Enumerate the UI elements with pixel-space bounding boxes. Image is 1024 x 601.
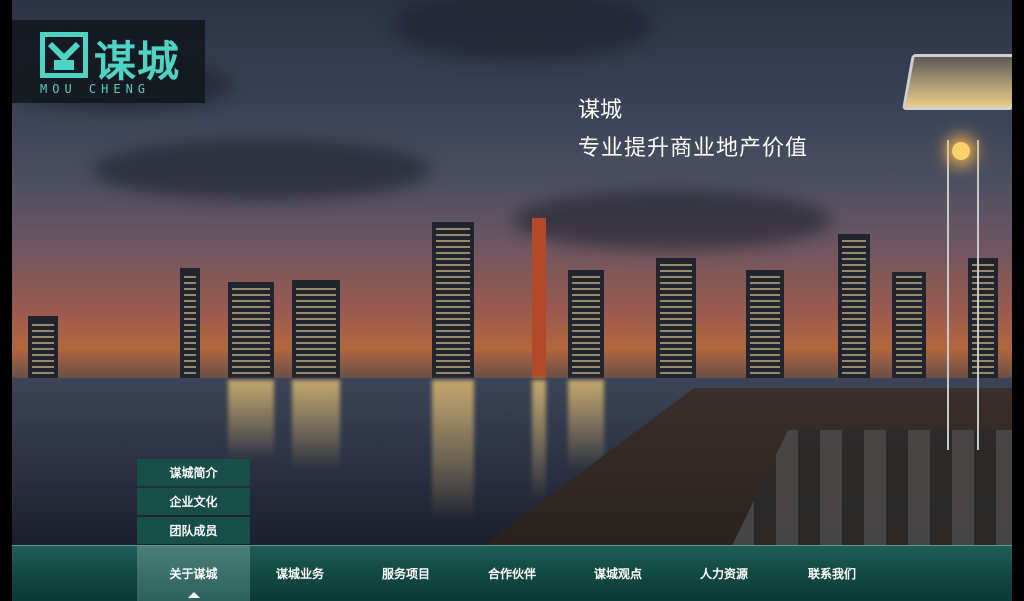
nav-item-label: 人力资源: [699, 567, 748, 581]
submenu-item-intro[interactable]: 谋城简介: [137, 459, 250, 486]
page: 谋城 MOU CHENG 谋城 专业提升商业地产价值 谋城简介 企业文化 团队成…: [0, 0, 1024, 601]
nav-item-services[interactable]: 服务项目: [356, 546, 456, 601]
logo-mark-icon: [40, 32, 88, 78]
nav-item-viewpoints[interactable]: 谋城观点: [568, 546, 668, 601]
nav-item-label: 关于谋城: [169, 567, 218, 581]
nav-item-label: 服务项目: [381, 567, 430, 581]
active-caret-icon: [187, 592, 200, 598]
submenu-item-team[interactable]: 团队成员: [137, 517, 250, 544]
main-nav: 关于谋城 谋城业务 服务项目 合作伙伴 谋城观点 人力资源 联系我们: [12, 545, 1012, 601]
nav-item-label: 联系我们: [807, 567, 856, 581]
nav-item-label: 谋城业务: [275, 567, 324, 581]
logo-chinese-name: 谋城: [94, 37, 181, 86]
hero-slogan: 专业提升商业地产价值: [578, 136, 809, 161]
nav-item-partners[interactable]: 合作伙伴: [462, 546, 562, 601]
about-submenu: 谋城简介 企业文化 团队成员: [137, 459, 250, 546]
nav-item-business[interactable]: 谋城业务: [250, 546, 350, 601]
submenu-item-culture[interactable]: 企业文化: [137, 488, 250, 515]
nav-item-label: 谋城观点: [593, 567, 642, 581]
nav-item-about[interactable]: 关于谋城: [137, 546, 250, 601]
nav-item-hr[interactable]: 人力资源: [674, 546, 774, 601]
hero-title: 谋城: [578, 98, 623, 123]
logo[interactable]: 谋城 MOU CHENG: [12, 20, 205, 103]
nav-item-label: 合作伙伴: [487, 567, 536, 581]
logo-english-name: MOU CHENG: [40, 82, 151, 96]
nav-item-contact[interactable]: 联系我们: [780, 546, 884, 601]
